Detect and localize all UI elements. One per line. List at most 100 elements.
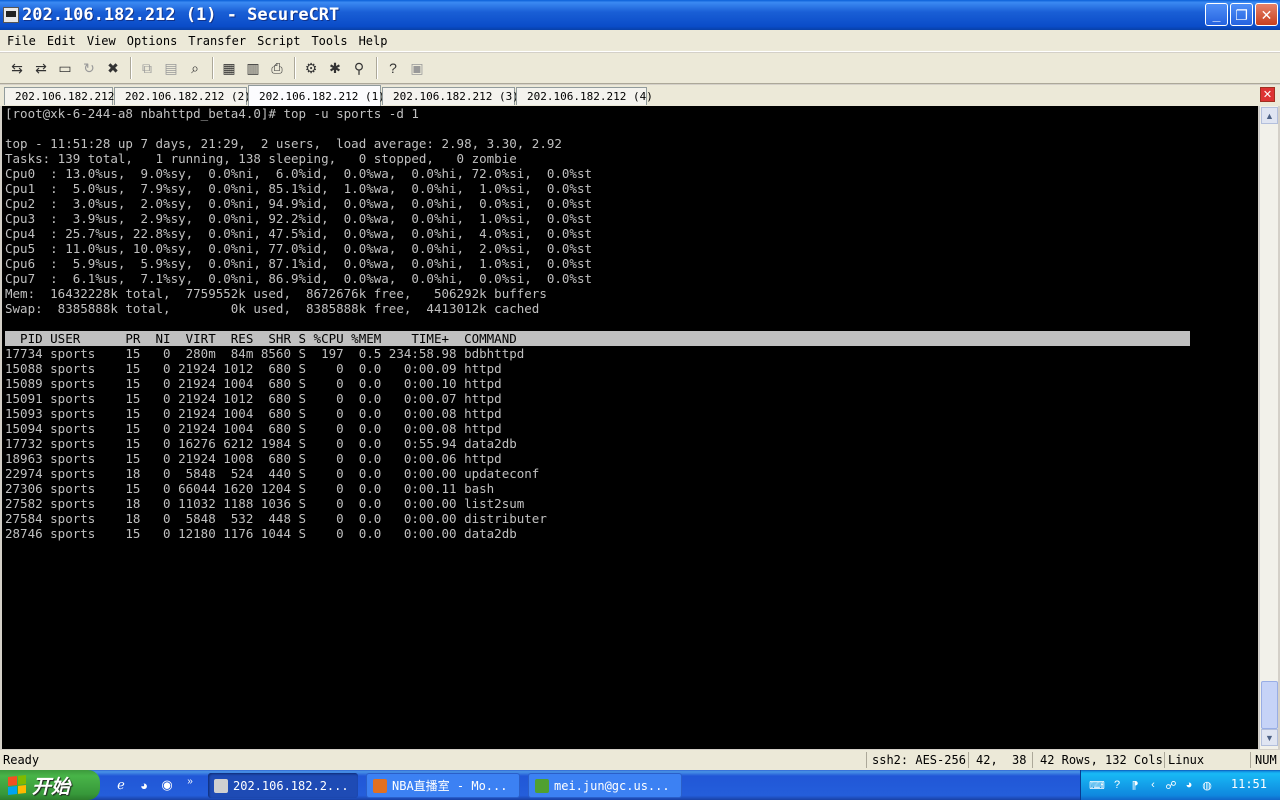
find-icon: ⌕ (191, 59, 199, 76)
status-cursor-col: 38 (1012, 753, 1027, 767)
disconnect-icon: ✖ (107, 59, 119, 76)
minimize-icon: _ (1212, 6, 1221, 23)
terminal-line: 27584 sports 18 0 5848 532 448 S 0 0.0 0… (5, 511, 547, 526)
quicklaunch-more-icon[interactable]: » (181, 772, 199, 790)
scroll-up-button[interactable]: ▲ (1261, 107, 1278, 124)
menu-options[interactable]: Options (123, 34, 182, 48)
windows-taskbar: 开始 ℯ ◕ ◉ » 202.106.182.2... NBA直播室 - Mo..… (0, 770, 1280, 800)
terminal-line: 27306 sports 15 0 66044 1620 1204 S 0 0.… (5, 481, 495, 496)
connect-tab-button[interactable]: ▭ (54, 57, 76, 79)
about-button[interactable]: ▣ (406, 57, 428, 79)
menu-tools[interactable]: Tools (307, 34, 351, 48)
terminal-line: 17734 sports 15 0 280m 84m 8560 S 197 0.… (5, 346, 525, 361)
terminal-line: Cpu7 : 6.1%us, 7.1%sy, 0.0%ni, 86.9%id, … (5, 271, 592, 286)
disconnect-button[interactable]: ✖ (102, 57, 124, 79)
firefox-quicklaunch-icon[interactable]: ◉ (158, 776, 176, 794)
session-tab-bar: 202.106.182.212 202.106.182.212 (2) 202.10… (0, 85, 1280, 106)
minimize-button[interactable]: _ (1205, 3, 1228, 26)
task-app-icon (373, 778, 387, 793)
paste-icon: ▤ (164, 59, 178, 76)
title-bar[interactable]: 202.106.182.212 (1) - SecureCRT _ ❐ ✕ (0, 0, 1280, 30)
toolbar-separator (130, 57, 132, 79)
scroll-down-button[interactable]: ▼ (1261, 729, 1278, 746)
global-options-button[interactable]: ✱ (324, 57, 346, 79)
taskbar-task-2[interactable]: NBA直播室 - Mo... (366, 773, 520, 798)
menu-edit[interactable]: Edit (43, 34, 80, 48)
close-tab-button[interactable]: ✕ (1260, 87, 1275, 102)
quick-connect-button[interactable]: ⇄ (30, 57, 52, 79)
network-icon[interactable]: ☍ (1163, 777, 1179, 793)
menu-file[interactable]: File (3, 34, 40, 48)
chevron-up-icon: ▲ (1265, 110, 1274, 121)
session-tab-3[interactable]: 202.106.182.212 (1) (248, 85, 385, 106)
print-button[interactable]: ⎙ (266, 57, 288, 79)
tab-label: 202.106.182.212 (15, 90, 115, 103)
menu-help[interactable]: Help (355, 34, 392, 48)
status-num: NUM (1255, 753, 1277, 767)
tray-expand-icon[interactable]: ‹ (1145, 777, 1161, 793)
restore-icon: ❐ (1235, 6, 1248, 23)
restore-button[interactable]: ❐ (1230, 3, 1253, 26)
session-tab-2[interactable]: 202.106.182.212 (2) (114, 87, 251, 105)
menu-script[interactable]: Script (253, 34, 304, 48)
about-icon: ▣ (410, 59, 424, 76)
scroll-thumb[interactable] (1261, 681, 1278, 729)
toolbar-separator (294, 57, 296, 79)
qq-quicklaunch-icon[interactable]: ◕ (135, 776, 153, 794)
toolbar-separator (212, 57, 214, 79)
terminal-screen[interactable]: [root@xk-6-244-a8 nbahttpd_beta4.0]# top… (2, 106, 1258, 749)
paste-button[interactable]: ▤ (160, 57, 182, 79)
session-tab-1[interactable]: 202.106.182.212 (4, 87, 115, 105)
terminal-line: 18963 sports 15 0 21924 1008 680 S 0 0.0… (5, 451, 502, 466)
keyboard-icon[interactable]: ⌨ (1089, 777, 1105, 793)
terminal-line: [root@xk-6-244-a8 nbahttpd_beta4.0]# top… (5, 106, 419, 121)
terminal-line: Cpu1 : 5.0%us, 7.9%sy, 0.0%ni, 85.1%id, … (5, 181, 592, 196)
connect-button[interactable]: ⇆ (6, 57, 28, 79)
task-app-icon (535, 778, 549, 793)
print-setup-button[interactable]: ▦ (218, 57, 240, 79)
tab-label: 202.106.182.212 (1) (259, 89, 385, 103)
ie-quicklaunch-icon[interactable]: ℯ (112, 776, 130, 794)
terminal-line: Cpu3 : 3.9%us, 2.9%sy, 0.0%ni, 92.2%id, … (5, 211, 592, 226)
session-tab-5[interactable]: 202.106.182.212 (4) (516, 87, 653, 105)
terminal-line: 15093 sports 15 0 21924 1004 680 S 0 0.0… (5, 406, 502, 421)
close-icon: ✕ (1260, 6, 1273, 23)
menu-transfer[interactable]: Transfer (184, 34, 250, 48)
terminal-line: Cpu0 : 13.0%us, 9.0%sy, 0.0%ni, 6.0%id, … (5, 166, 592, 181)
antivirus-icon[interactable]: ◍ (1199, 777, 1215, 793)
session-options-button[interactable]: ⚙ (300, 57, 322, 79)
reconnect-icon: ↻ (83, 59, 95, 76)
session-tab-4[interactable]: 202.106.182.212 (3) (382, 87, 519, 105)
connect-tab-icon: ▭ (58, 59, 72, 76)
qq-tray-icon[interactable]: ◕ (1181, 777, 1197, 793)
start-button[interactable]: 开始 (0, 770, 100, 800)
securecrt-app-icon[interactable] (3, 7, 19, 23)
taskbar-task-1[interactable]: 202.106.182.2... (208, 773, 358, 798)
help-tray-icon[interactable]: ? (1109, 777, 1125, 793)
copy-button[interactable]: ⧉ (136, 57, 158, 79)
keymap-button[interactable]: ⚲ (348, 57, 370, 79)
terminal-output: [root@xk-6-244-a8 nbahttpd_beta4.0]# top… (5, 106, 1190, 541)
close-window-button[interactable]: ✕ (1255, 3, 1278, 26)
taskbar-task-3[interactable]: mei.jun@gc.us... (528, 773, 682, 798)
print-selection-icon: ▥ (246, 59, 260, 76)
print-selection-button[interactable]: ▥ (242, 57, 264, 79)
ime-icon[interactable]: ⁋ (1127, 777, 1143, 793)
status-ready: Ready (3, 753, 40, 767)
tab-label: 202.106.182.212 (4) (527, 90, 653, 103)
keymap-icon: ⚲ (353, 59, 365, 76)
status-cursor-row: 42, (976, 753, 998, 767)
terminal-line: Cpu5 : 11.0%us, 10.0%sy, 0.0%ni, 77.0%id… (5, 241, 592, 256)
reconnect-button[interactable]: ↻ (78, 57, 100, 79)
toolbar: ⇆ ⇄ ▭ ↻ ✖ ⧉ ▤ ⌕ ▦ ▥ ⎙ ⚙ ✱ ⚲? ▣ (0, 53, 1280, 84)
help-button[interactable]: ? (382, 57, 404, 79)
terminal-line: top - 11:51:28 up 7 days, 21:29, 2 users… (5, 136, 562, 151)
terminal-line: 15088 sports 15 0 21924 1012 680 S 0 0.0… (5, 361, 502, 376)
terminal-scrollbar[interactable]: ▲ ▼ (1259, 106, 1278, 749)
menu-view[interactable]: View (83, 34, 120, 48)
status-bar: Ready ssh2: AES-256 42, 38 42 Rows, 132 … (0, 750, 1280, 770)
find-button[interactable]: ⌕ (184, 57, 206, 79)
status-os: Linux (1168, 753, 1205, 767)
